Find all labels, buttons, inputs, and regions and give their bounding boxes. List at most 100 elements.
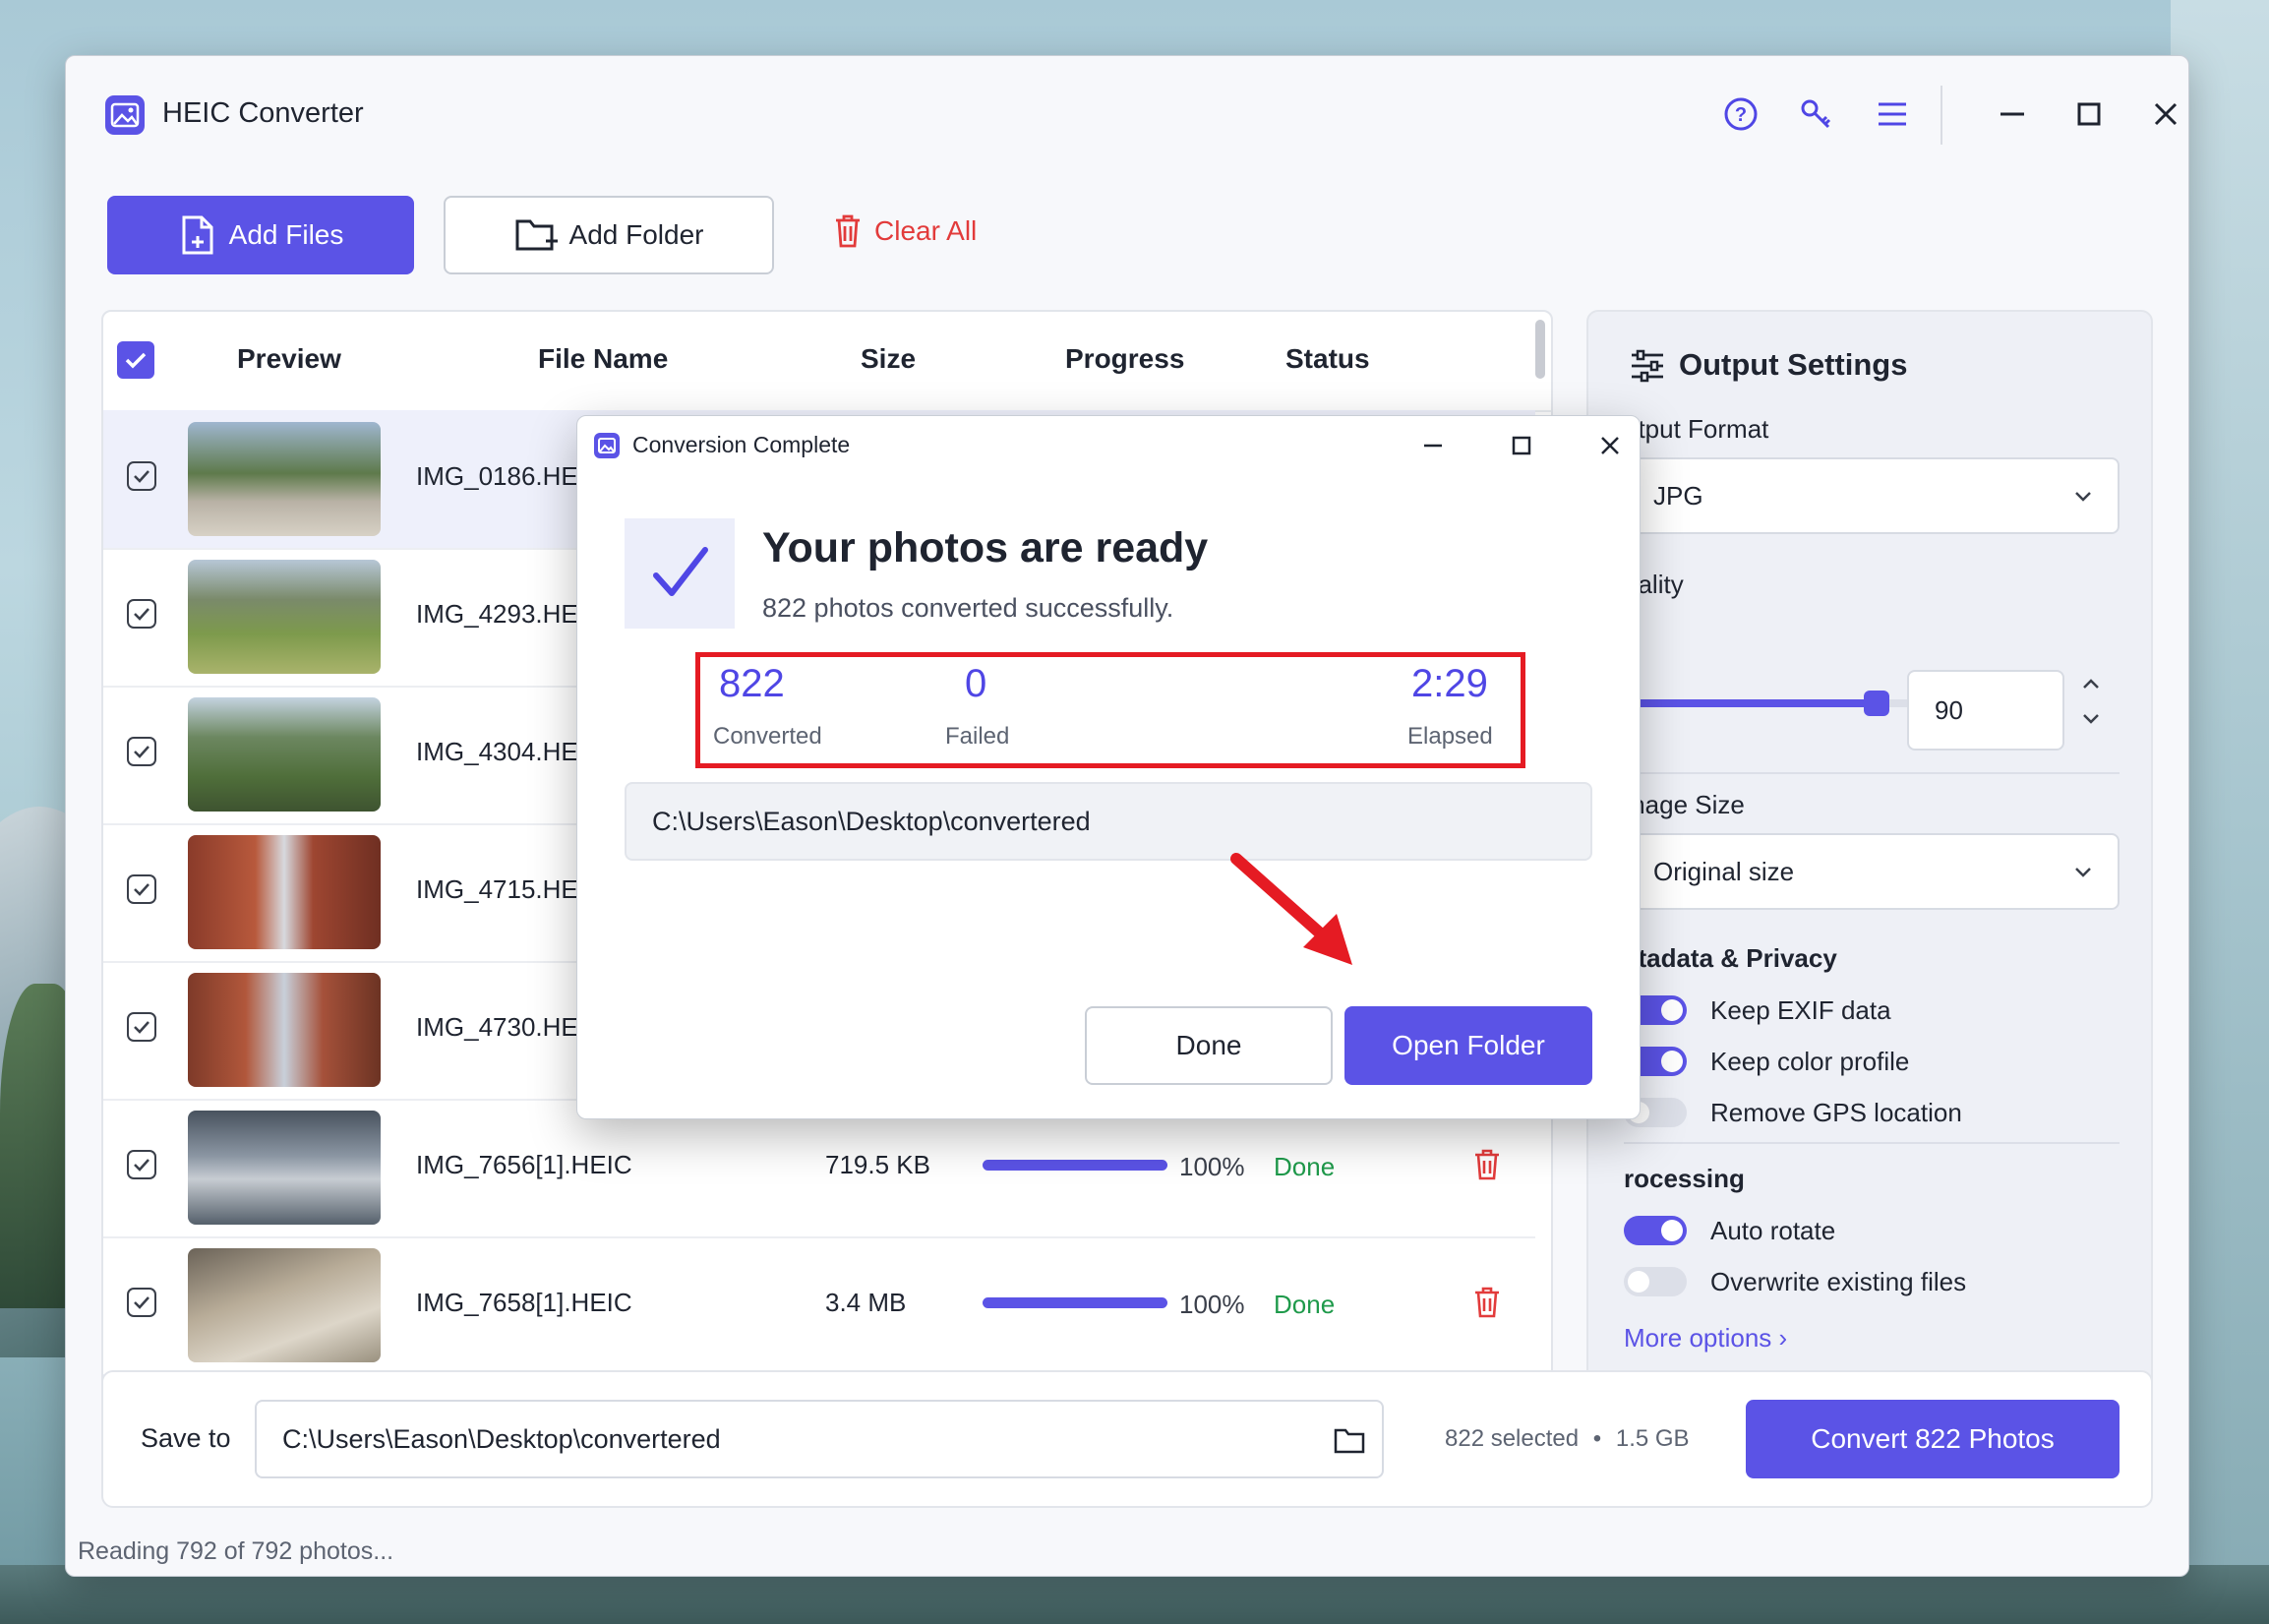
app-logo-icon xyxy=(105,95,145,135)
file-size: 719.5 KB xyxy=(825,1150,930,1179)
header-preview[interactable]: Preview xyxy=(237,343,341,375)
open-folder-button[interactable]: Open Folder xyxy=(1344,1006,1592,1085)
close-icon[interactable] xyxy=(2143,91,2188,137)
thumbnail-image xyxy=(188,697,381,812)
add-files-button[interactable]: Add Files xyxy=(107,196,414,274)
titlebar-separator xyxy=(1941,86,1942,145)
dialog-heading: Your photos are ready xyxy=(762,524,1209,571)
dialog-title: Conversion Complete xyxy=(632,432,851,457)
toggle-switch[interactable] xyxy=(1624,1267,1687,1296)
app-logo-icon xyxy=(594,433,620,458)
key-icon[interactable] xyxy=(1793,91,1838,137)
trash-icon xyxy=(836,214,860,248)
save-to-label: Save to xyxy=(141,1423,231,1453)
save-path-input[interactable]: C:\Users\Eason\Desktop\convertered xyxy=(255,1400,1384,1478)
quality-value: 90 xyxy=(1935,694,1963,725)
separator-dot: • xyxy=(1592,1425,1602,1452)
file-name: IMG_4715.HEI xyxy=(416,874,585,904)
add-folder-button[interactable]: Add Folder xyxy=(444,196,774,274)
done-label: Done xyxy=(1175,1030,1242,1060)
keep-exif-toggle[interactable]: Keep EXIF data xyxy=(1624,991,1891,1030)
keep-color-profile-toggle[interactable]: Keep color profile xyxy=(1624,1042,1909,1081)
toggle-label: Keep color profile xyxy=(1710,1046,1910,1076)
header-file-name[interactable]: File Name xyxy=(538,343,668,375)
file-name: IMG_7658[1].HEIC xyxy=(416,1288,632,1317)
delete-icon[interactable] xyxy=(1472,1148,1502,1181)
save-path-value: C:\Users\Eason\Desktop\convertered xyxy=(282,1423,721,1454)
row-checkbox[interactable] xyxy=(127,1012,156,1042)
file-table-header: Preview File Name Size Progress Status xyxy=(103,312,1551,412)
help-icon[interactable]: ? xyxy=(1718,91,1763,137)
row-checkbox[interactable] xyxy=(127,874,156,904)
table-row[interactable]: IMG_7656[1].HEIC 719.5 KB 100% Done xyxy=(103,1099,1535,1238)
image-size-label: mage Size xyxy=(1624,790,1745,819)
clear-all-label: Clear All xyxy=(874,215,978,246)
add-folder-icon xyxy=(515,219,558,251)
progress-bar xyxy=(983,1297,1167,1308)
add-file-icon xyxy=(182,215,213,255)
toggle-switch[interactable] xyxy=(1624,1216,1687,1245)
file-name: IMG_4304.HE xyxy=(416,737,578,766)
output-path-value: C:\Users\Eason\Desktop\convertered xyxy=(652,806,1091,836)
chevron-down-icon[interactable] xyxy=(2080,711,2102,727)
sliders-icon xyxy=(1632,349,1663,383)
table-row[interactable]: IMG_7658[1].HEIC 3.4 MB 100% Done xyxy=(103,1236,1535,1376)
minimize-icon[interactable] xyxy=(1990,91,2035,137)
convert-button[interactable]: Convert 822 Photos xyxy=(1746,1400,2120,1478)
file-name: IMG_4293.HE xyxy=(416,599,578,629)
image-size-value: Original size xyxy=(1653,856,1795,886)
row-checkbox[interactable] xyxy=(127,461,156,491)
red-arrow-annotation xyxy=(1230,853,1352,965)
output-path-field: C:\Users\Eason\Desktop\convertered xyxy=(625,782,1592,861)
browse-folder-icon[interactable] xyxy=(1333,1423,1366,1457)
selected-count: 822 selected xyxy=(1445,1425,1580,1452)
quality-input[interactable]: 90 xyxy=(1907,670,2064,751)
divider xyxy=(1624,772,2120,774)
header-status[interactable]: Status xyxy=(1285,343,1370,375)
quality-stepper[interactable] xyxy=(2080,676,2102,727)
chevron-up-icon[interactable] xyxy=(2080,676,2102,692)
menu-icon[interactable] xyxy=(1870,91,1915,137)
thumbnail-image xyxy=(188,835,381,949)
file-name: IMG_0186.HEI xyxy=(416,461,585,491)
overwrite-files-toggle[interactable]: Overwrite existing files xyxy=(1624,1262,1966,1301)
minimize-icon[interactable] xyxy=(1413,426,1453,465)
header-size[interactable]: Size xyxy=(861,343,916,375)
image-size-select[interactable]: Original size xyxy=(1622,833,2120,910)
thumbnail-image xyxy=(188,1111,381,1225)
header-progress[interactable]: Progress xyxy=(1065,343,1184,375)
status-done: Done xyxy=(1274,1290,1336,1319)
add-folder-label: Add Folder xyxy=(568,219,704,250)
toggle-label: Overwrite existing files xyxy=(1710,1266,1967,1296)
maximize-icon[interactable] xyxy=(1502,426,1541,465)
maximize-icon[interactable] xyxy=(2066,91,2112,137)
divider xyxy=(1624,1142,2120,1144)
quality-slider[interactable] xyxy=(1624,691,1919,716)
file-size: 3.4 MB xyxy=(825,1288,907,1317)
more-options-link[interactable]: More options › xyxy=(1624,1323,1787,1353)
remove-gps-toggle[interactable]: Remove GPS location xyxy=(1624,1093,1962,1132)
auto-rotate-toggle[interactable]: Auto rotate xyxy=(1624,1211,1835,1250)
clear-all-button[interactable]: Clear All xyxy=(833,192,977,271)
total-size: 1.5 GB xyxy=(1615,1425,1690,1452)
row-checkbox[interactable] xyxy=(127,599,156,629)
title-bar: HEIC Converter ? xyxy=(66,56,2188,174)
row-checkbox[interactable] xyxy=(127,1150,156,1179)
thumbnail-image xyxy=(188,422,381,536)
close-icon[interactable] xyxy=(1590,426,1630,465)
select-all-checkbox[interactable] xyxy=(117,341,154,379)
highlight-annotation-box xyxy=(695,652,1525,768)
quality-slider-handle[interactable] xyxy=(1864,691,1889,716)
file-name: IMG_4730.HE xyxy=(416,1012,578,1042)
done-button[interactable]: Done xyxy=(1085,1006,1333,1085)
delete-icon[interactable] xyxy=(1472,1286,1502,1319)
row-checkbox[interactable] xyxy=(127,737,156,766)
conversion-complete-dialog: Conversion Complete Your photos are read… xyxy=(576,415,1641,1119)
quality-slider-fill xyxy=(1624,699,1889,707)
progress-percent: 100% xyxy=(1179,1290,1245,1319)
app-title: HEIC Converter xyxy=(162,97,364,129)
row-checkbox[interactable] xyxy=(127,1288,156,1317)
output-format-select[interactable]: JPG xyxy=(1622,457,2120,534)
scrollbar[interactable] xyxy=(1535,320,1545,379)
status-line: Reading 792 of 792 photos... xyxy=(78,1537,394,1565)
